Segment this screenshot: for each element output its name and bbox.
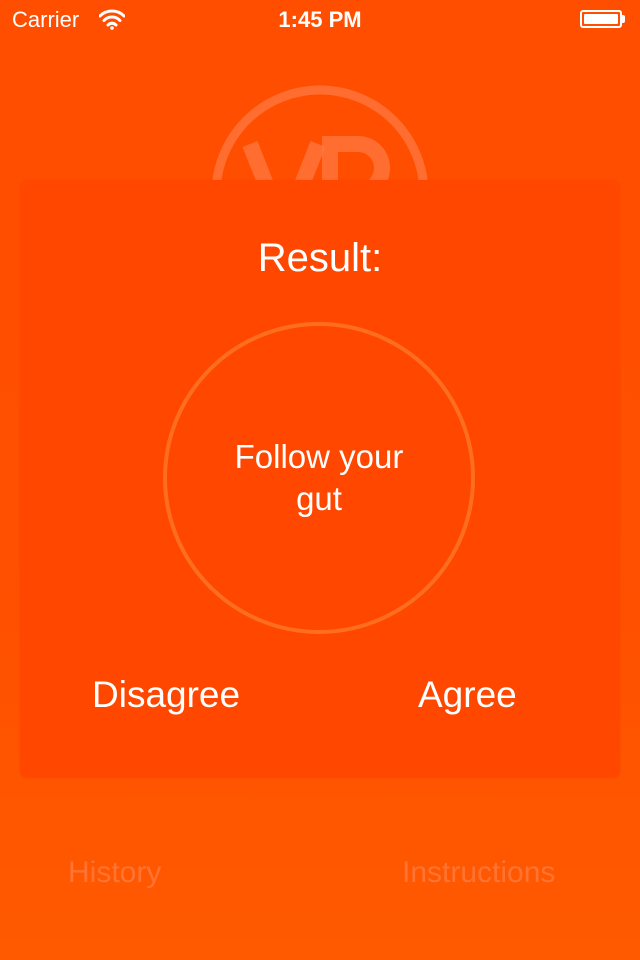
battery-icon	[580, 10, 626, 28]
result-message: Follow your gut	[234, 438, 404, 517]
result-card: Result: Follow your gut Disagree Agree	[20, 180, 620, 778]
agree-button[interactable]: Agree	[418, 674, 517, 716]
tab-history[interactable]: History	[68, 856, 161, 890]
tab-instructions[interactable]: Instructions	[402, 856, 555, 890]
vp-logo-icon	[212, 85, 428, 182]
result-title: Result:	[257, 236, 383, 280]
result-circle: Follow your gut	[163, 322, 475, 634]
disagree-button[interactable]: Disagree	[92, 674, 240, 716]
status-time: 1:45 PM	[278, 7, 362, 32]
status-bar: Carrier 1:45 PM	[0, 0, 640, 40]
